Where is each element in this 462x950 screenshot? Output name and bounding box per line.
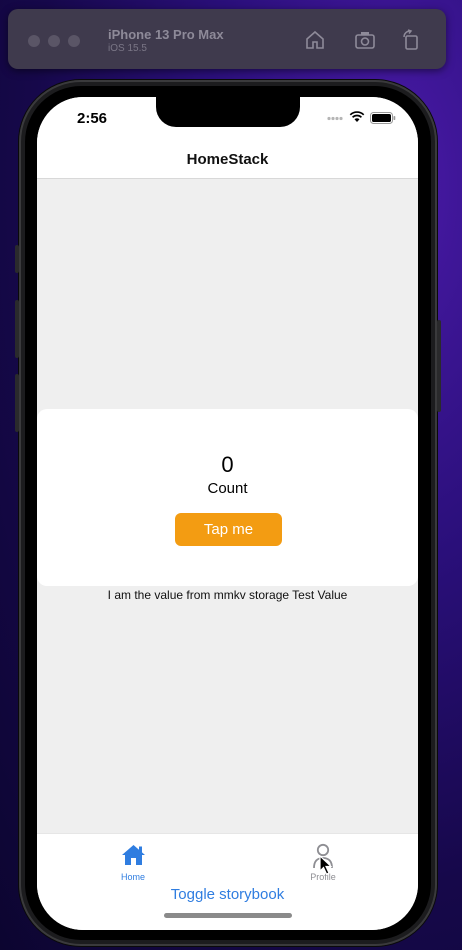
simulator-os-version: iOS 15.5 <box>108 43 147 54</box>
silent-switch <box>15 245 19 273</box>
simulator-title-bar: iPhone 13 Pro Max iOS 15.5 <box>8 9 446 69</box>
screenshot-icon[interactable] <box>354 29 376 51</box>
count-value: 0 <box>221 452 234 477</box>
simulator-device-name: iPhone 13 Pro Max <box>108 27 224 42</box>
app-screen: 2:56 HomeStack 0 Count Tap me I am the v… <box>37 97 418 930</box>
storage-message: I am the value from mmkv storage Test Va… <box>107 588 348 602</box>
close-window-button[interactable] <box>28 35 40 47</box>
home-icon <box>122 845 145 865</box>
tab-bar: Home Profile Toggle storybook <box>37 833 418 930</box>
count-label: Count <box>207 480 248 497</box>
wifi-icon <box>349 111 365 122</box>
page-title: HomeStack <box>186 151 269 168</box>
battery-icon <box>370 112 396 124</box>
rotate-icon[interactable] <box>400 29 422 51</box>
tab-home[interactable]: Home <box>93 840 173 882</box>
notch <box>156 97 300 127</box>
power-button <box>437 320 441 412</box>
status-time: 2:56 <box>77 110 108 127</box>
tab-home-label: Home <box>120 872 145 882</box>
home-icon[interactable] <box>304 29 326 51</box>
home-indicator <box>164 913 292 918</box>
navigation-header: HomeStack <box>37 141 418 179</box>
tap-me-button[interactable]: Tap me <box>175 513 282 546</box>
volume-down-button <box>15 374 19 432</box>
toggle-storybook-button[interactable]: Toggle storybook <box>37 886 418 903</box>
zoom-window-button[interactable] <box>68 35 80 47</box>
counter-card: 0 Count Tap me <box>37 409 418 586</box>
minimize-window-button[interactable] <box>48 35 60 47</box>
mouse-cursor-icon <box>319 855 333 875</box>
signal-icon <box>327 116 343 121</box>
volume-up-button <box>15 300 19 358</box>
